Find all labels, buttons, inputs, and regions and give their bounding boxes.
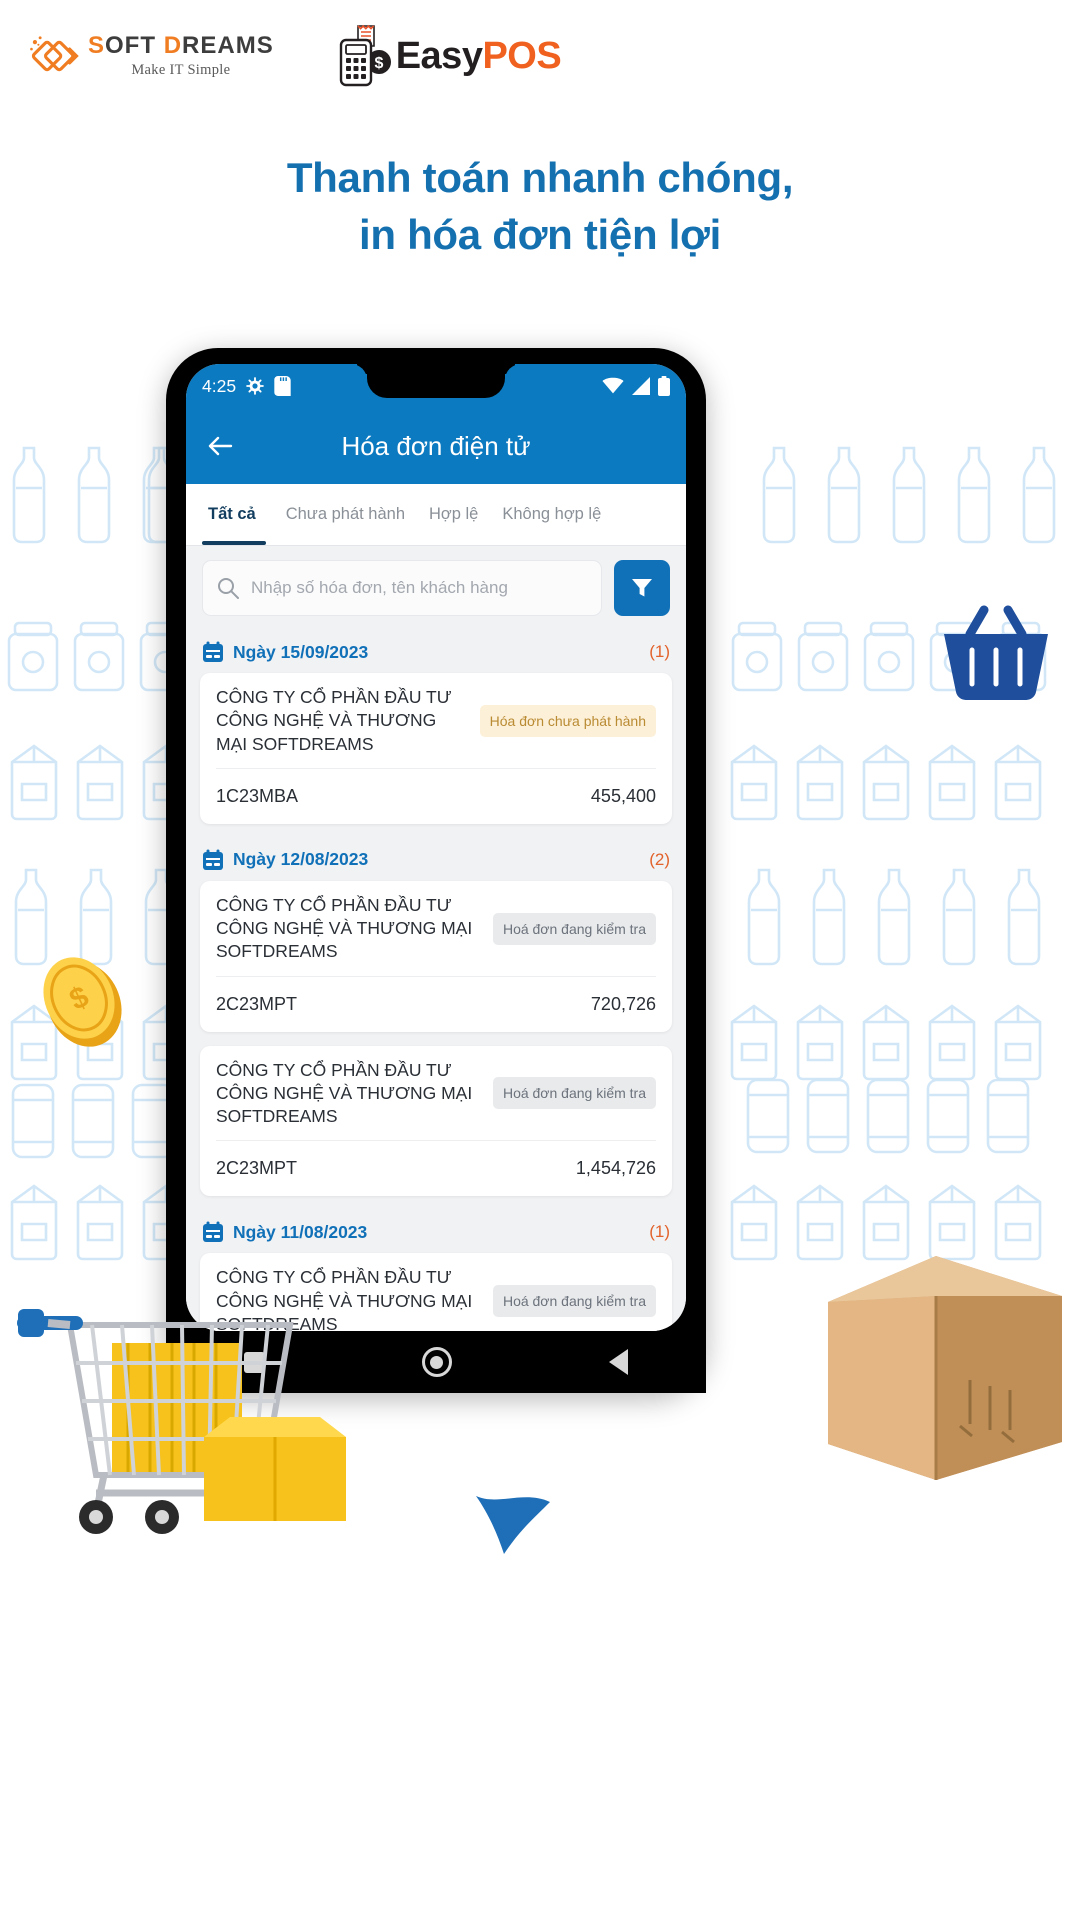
softdreams-diamond-icon	[30, 36, 79, 72]
invoice-card-top: CÔNG TY CỔ PHẦN ĐẦU TƯ CÔNG NGHỆ VÀ THƯƠ…	[216, 894, 656, 976]
date-count: (1)	[649, 1222, 670, 1242]
customer-name: CÔNG TY CỔ PHẦN ĐẦU TƯ CÔNG NGHỆ VÀ THƯƠ…	[216, 894, 473, 962]
battery-icon	[658, 376, 670, 396]
invoice-card-top: CÔNG TY CỔ PHẦN ĐẦU TƯ CÔNG NGHỆ VÀ THƯƠ…	[216, 1059, 656, 1141]
invoice-card[interactable]: CÔNG TY CỔ PHẦN ĐẦU TƯ CÔNG NGHỆ VÀ THƯƠ…	[200, 1045, 672, 1197]
cardboard-box-small-icon	[204, 1417, 346, 1521]
date-label: Ngày 15/09/2023	[233, 641, 369, 662]
date-group-header: Ngày 15/09/2023 (1)	[186, 630, 686, 673]
tab-label: Chưa phát hành	[285, 505, 405, 523]
easypos-pos: POS	[482, 34, 562, 77]
softdreams-d: D	[163, 32, 183, 60]
invoice-card-top: CÔNG TY CỔ PHẦN ĐẦU TƯ CÔNG NGHỆ VÀ THƯƠ…	[216, 686, 656, 768]
headline-line-1: Thanh toán nhanh chóng,	[286, 154, 794, 201]
search-input[interactable]: Nhập số hóa đơn, tên khách hàng	[202, 560, 602, 616]
headline-line-2: in hóa đơn tiện lợi	[358, 210, 721, 258]
date-count: (2)	[649, 849, 670, 869]
invoice-card[interactable]: CÔNG TY CỔ PHẦN ĐẦU TƯ CÔNG NGHỆ VÀ THƯƠ…	[200, 880, 672, 1032]
circle-home-icon[interactable]	[421, 1347, 452, 1377]
easypos-logo: $ EasyPOS	[336, 24, 562, 88]
invoice-card-bottom: 2C23MPT 720,726	[216, 975, 656, 1032]
tab-label: Hợp lệ	[429, 505, 479, 523]
status-bar-right	[602, 376, 670, 396]
cardboard-box-icon	[828, 1256, 1062, 1480]
filter-button[interactable]	[614, 560, 670, 616]
svg-text:$: $	[374, 55, 383, 72]
invoice-card-bottom: 1C23MBA 455,400	[216, 767, 656, 824]
app-bar: Hóa đơn điện tử	[186, 408, 686, 484]
search-area: Nhập số hóa đơn, tên khách hàng	[186, 546, 686, 630]
softdreams-s: S	[88, 32, 106, 60]
customer-name: CÔNG TY CỔ PHẦN ĐẦU TƯ CÔNG NGHỆ VÀ THƯƠ…	[216, 1059, 473, 1127]
phone-notch	[367, 364, 505, 398]
coin-icon: $	[43, 957, 122, 1047]
tab-chua-phat-hanh[interactable]: Chưa phát hành	[274, 484, 417, 545]
date-label: Ngày 12/08/2023	[233, 849, 369, 870]
status-badge: Hoá đơn đang kiểm tra	[492, 912, 656, 945]
date-count: (1)	[649, 642, 670, 661]
softdreams-wordmark: SOFT DREAMS	[88, 34, 274, 58]
softdreams-logo: SOFT DREAMS Make IT Simple	[28, 30, 274, 82]
tab-khong-hop-le[interactable]: Không hợp lệ	[490, 484, 613, 545]
back-arrow-icon[interactable]	[204, 429, 238, 463]
invoice-code: 2C23MPT	[216, 993, 298, 1014]
easypos-easy: Easy	[395, 34, 483, 77]
signal-icon	[632, 377, 650, 395]
invoice-code: 2C23MPT	[216, 1158, 298, 1179]
logo-row: SOFT DREAMS Make IT Simple $ EasyPOS	[0, 24, 1080, 88]
tab-bar: Tất cả Chưa phát hành Hợp lệ Không hợp l…	[186, 484, 686, 546]
tab-label: Không hợp lệ	[502, 505, 602, 523]
invoice-card[interactable]: CÔNG TY CỔ PHẦN ĐẦU TƯ CÔNG NGHỆ VÀ THƯƠ…	[200, 673, 672, 824]
status-badge: Hóa đơn chưa phát hành	[479, 704, 656, 737]
status-badge: Hoá đơn đang kiểm tra	[492, 1285, 656, 1318]
status-bar-left: 4:25	[202, 376, 291, 397]
tab-hop-le[interactable]: Hợp lệ	[417, 484, 490, 545]
customer-name: CÔNG TY CỔ PHẦN ĐẦU TƯ CÔNG NGHỆ VÀ THƯƠ…	[216, 687, 452, 754]
status-time: 4:25	[202, 375, 237, 396]
easypos-wordmark: EasyPOS	[396, 35, 562, 78]
blue-flag-icon	[476, 1496, 550, 1554]
invoice-amount: 455,400	[590, 785, 656, 806]
invoice-card-bottom: 2C23MPT 1,454,726	[216, 1140, 656, 1196]
wifi-icon	[602, 377, 624, 394]
softdreams-reams: REAMS	[182, 32, 274, 60]
invoice-amount: 720,726	[590, 993, 656, 1014]
softdreams-tagline: Make IT Simple	[131, 62, 231, 79]
shopping-basket-icon	[944, 605, 1048, 701]
triangle-back-icon[interactable]	[608, 1349, 628, 1375]
search-icon	[218, 578, 239, 599]
calendar-icon	[203, 641, 223, 662]
softdreams-oft: OFT	[105, 32, 157, 60]
phone-screen: 4:25 Hóa đơn điện tử Tất cả Chưa phát hà…	[186, 364, 686, 1331]
invoice-code: 1C23MBA	[216, 785, 299, 806]
tab-label: Tất cả	[208, 505, 256, 523]
android-debug-icon	[246, 377, 264, 395]
sd-card-icon	[274, 376, 291, 396]
search-placeholder: Nhập số hóa đơn, tên khách hàng	[251, 578, 508, 597]
status-badge: Hoá đơn đang kiểm tra	[492, 1077, 656, 1110]
page-title: Hóa đơn điện tử	[341, 430, 531, 461]
tab-tat-ca[interactable]: Tất cả	[186, 484, 274, 545]
filter-funnel-icon	[632, 579, 652, 597]
calendar-icon	[203, 849, 223, 870]
headline: Thanh toán nhanh chóng, in hóa đơn tiện …	[0, 150, 1080, 263]
pos-terminal-icon: $	[339, 24, 391, 87]
date-group-header: Ngày 12/08/2023 (2)	[186, 838, 686, 881]
invoice-amount: 1,454,726	[575, 1158, 656, 1179]
